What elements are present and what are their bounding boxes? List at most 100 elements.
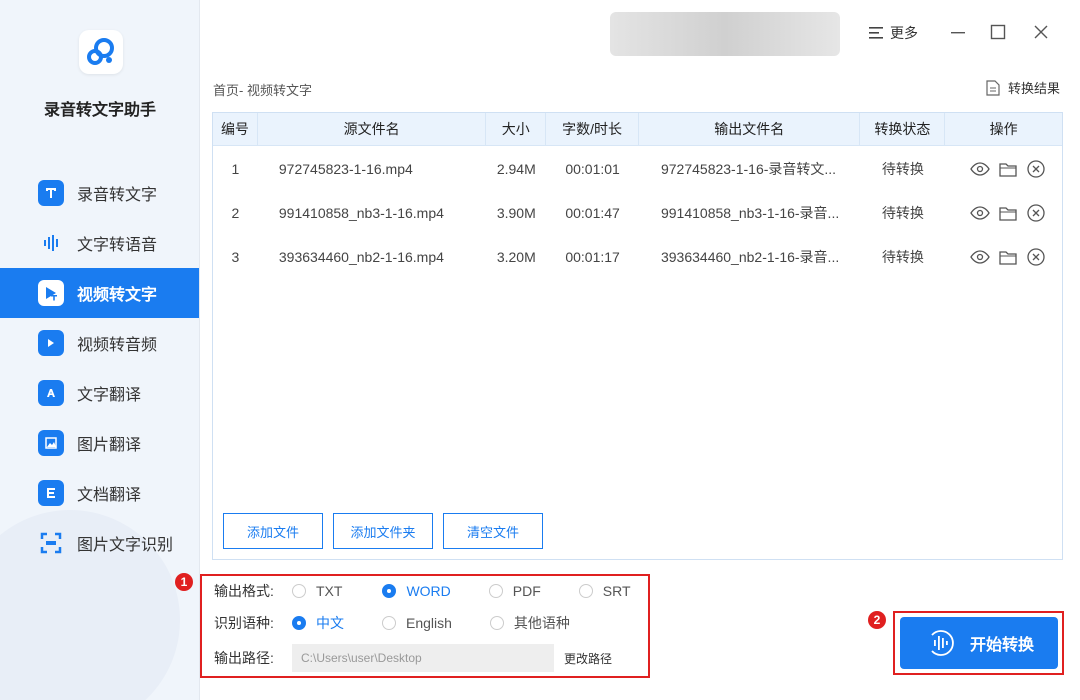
path-row: 输出路径: 更改路径 <box>214 644 612 672</box>
sidebar-item-video-to-text[interactable]: 视频转文字 <box>0 268 199 318</box>
source-filename: 393634460_nb2-1-16.mp4 <box>278 249 444 265</box>
conversion-status: 待转换 <box>881 249 924 265</box>
output-options: 输出格式: TXT WORD PDF SRT 识别语种: 中文 English … <box>200 574 650 678</box>
radio-circle <box>489 616 504 630</box>
radio-circle <box>382 616 396 630</box>
table-header: 编号 源文件名 大小 字数/时长 输出文件名 转换状态 操作 <box>213 113 1062 146</box>
format-label: 输出格式: <box>214 583 274 599</box>
sidebar-item-label: 文字翻译 <box>77 387 142 404</box>
language-row: 识别语种: 中文 English 其他语种 <box>214 612 570 634</box>
radio-circle <box>488 584 503 598</box>
step-badge-2: 2 <box>868 611 886 629</box>
app-name: 录音转文字助手 <box>43 102 156 119</box>
delete-circle-x-icon[interactable] <box>1026 247 1046 267</box>
radio-label: 中文 <box>316 615 344 631</box>
file-table-panel: 编号 源文件名 大小 字数/时长 输出文件名 转换状态 操作 1 9727458… <box>212 112 1063 560</box>
clear-files-button[interactable]: 清空文件 <box>443 513 543 549</box>
radio-label: English <box>406 615 452 631</box>
format-radio-txt[interactable]: TXT <box>292 583 342 599</box>
image-translate-icon <box>38 430 64 456</box>
sound-wave-circle-icon <box>931 630 954 656</box>
open-folder-icon[interactable] <box>998 203 1018 223</box>
add-file-button[interactable]: 添加文件 <box>223 513 323 549</box>
minimize-button[interactable] <box>946 20 970 44</box>
more-label: 更多 <box>890 25 918 41</box>
start-conversion-button[interactable]: 开始转换 <box>900 617 1058 669</box>
change-path-button[interactable]: 更改路径 <box>564 650 612 667</box>
radio-label: 其他语种 <box>513 615 570 631</box>
file-size: 2.94M <box>496 161 536 177</box>
delete-circle-x-icon[interactable] <box>1026 159 1046 179</box>
radio-label: PDF <box>512 583 541 599</box>
table-body: 1 972745823-1-16.mp4 2.94M 00:01:01 9727… <box>213 146 1062 279</box>
sidebar-item-ocr[interactable]: 图片文字识别 <box>0 518 199 568</box>
conversion-result-button[interactable]: 转换结果 <box>986 78 1060 97</box>
preview-eye-icon[interactable] <box>969 247 990 267</box>
sidebar-item-label: 图片文字识别 <box>77 537 174 554</box>
column-header: 源文件名 <box>258 113 487 145</box>
sidebar-item-label: 视频转音频 <box>77 337 158 354</box>
radio-circle <box>382 584 397 598</box>
more-button[interactable]: 更多 <box>868 23 918 43</box>
language-radio-english[interactable]: English <box>382 615 452 631</box>
sidebar-item-text-translate[interactable]: 文字翻译 <box>0 368 199 418</box>
preview-eye-icon[interactable] <box>969 159 990 179</box>
open-folder-icon[interactable] <box>998 247 1018 267</box>
maximize-icon <box>990 24 1006 40</box>
radio-label: WORD <box>406 583 451 599</box>
sidebar-item-text-to-speech[interactable]: 文字转语音 <box>0 218 199 268</box>
row-number: 3 <box>231 249 240 265</box>
sidebar-item-audio-to-text[interactable]: 录音转文字 <box>0 168 199 218</box>
add-folder-button[interactable]: 添加文件夹 <box>333 513 433 549</box>
conversion-status: 待转换 <box>881 161 924 177</box>
sidebar-item-image-translate[interactable]: 图片翻译 <box>0 418 199 468</box>
file-duration: 00:01:01 <box>565 161 620 177</box>
blurred-user-area <box>610 12 840 56</box>
row-number: 1 <box>231 161 240 177</box>
maximize-button[interactable] <box>986 20 1010 44</box>
table-row[interactable]: 1 972745823-1-16.mp4 2.94M 00:01:01 9727… <box>213 147 1062 191</box>
ocr-scan-icon <box>38 530 64 556</box>
radio-circle <box>292 584 306 598</box>
file-size: 3.90M <box>496 205 536 221</box>
open-folder-icon[interactable] <box>998 159 1018 179</box>
radio-circle <box>578 584 593 598</box>
row-actions <box>945 159 1062 179</box>
step-badge-1: 1 <box>175 573 193 591</box>
radio-circle <box>292 616 306 630</box>
text-translate-icon <box>38 380 64 406</box>
column-header: 操作 <box>989 121 1018 137</box>
path-label: 输出路径: <box>214 650 274 666</box>
sidebar-item-label: 录音转文字 <box>77 187 158 204</box>
language-radio-chinese[interactable]: 中文 <box>292 613 344 633</box>
table-row[interactable]: 3 393634460_nb2-1-16.mp4 3.20M 00:01:17 … <box>213 235 1062 279</box>
column-header: 转换状态 <box>860 113 946 145</box>
file-duration: 00:01:17 <box>565 249 620 265</box>
row-actions <box>945 203 1062 223</box>
format-radio-word[interactable]: WORD <box>382 583 451 599</box>
radio-label: TXT <box>316 583 343 599</box>
app-logo <box>79 30 123 74</box>
start-button-highlight: 开始转换 <box>893 611 1064 675</box>
output-path-field[interactable] <box>292 644 554 672</box>
preview-eye-icon[interactable] <box>969 203 990 223</box>
table-row[interactable]: 2 991410858_nb3-1-16.mp4 3.90M 00:01:47 … <box>213 191 1062 235</box>
conversion-result-label: 转换结果 <box>1008 81 1061 96</box>
close-button[interactable] <box>1029 20 1053 44</box>
sidebar-nav: 录音转文字 文字转语音 视频转文字 视频转音频 文字翻译 图片翻译 文档翻译 图… <box>0 168 199 568</box>
format-radio-pdf[interactable]: PDF <box>488 583 541 599</box>
menu-icon <box>869 27 883 39</box>
language-radio-other[interactable]: 其他语种 <box>489 613 570 633</box>
text-t-icon <box>38 180 64 206</box>
document-icon <box>986 79 1000 96</box>
sidebar-item-doc-translate[interactable]: 文档翻译 <box>0 468 199 518</box>
sidebar-item-label: 文字转语音 <box>77 237 158 254</box>
file-size: 3.20M <box>496 249 536 265</box>
delete-circle-x-icon[interactable] <box>1026 203 1046 223</box>
sidebar-item-video-to-audio[interactable]: 视频转音频 <box>0 318 199 368</box>
conversion-status: 待转换 <box>881 205 924 221</box>
format-radio-srt[interactable]: SRT <box>578 583 631 599</box>
row-number: 2 <box>231 205 240 221</box>
column-header: 大小 <box>486 113 547 145</box>
row-actions <box>945 247 1062 267</box>
